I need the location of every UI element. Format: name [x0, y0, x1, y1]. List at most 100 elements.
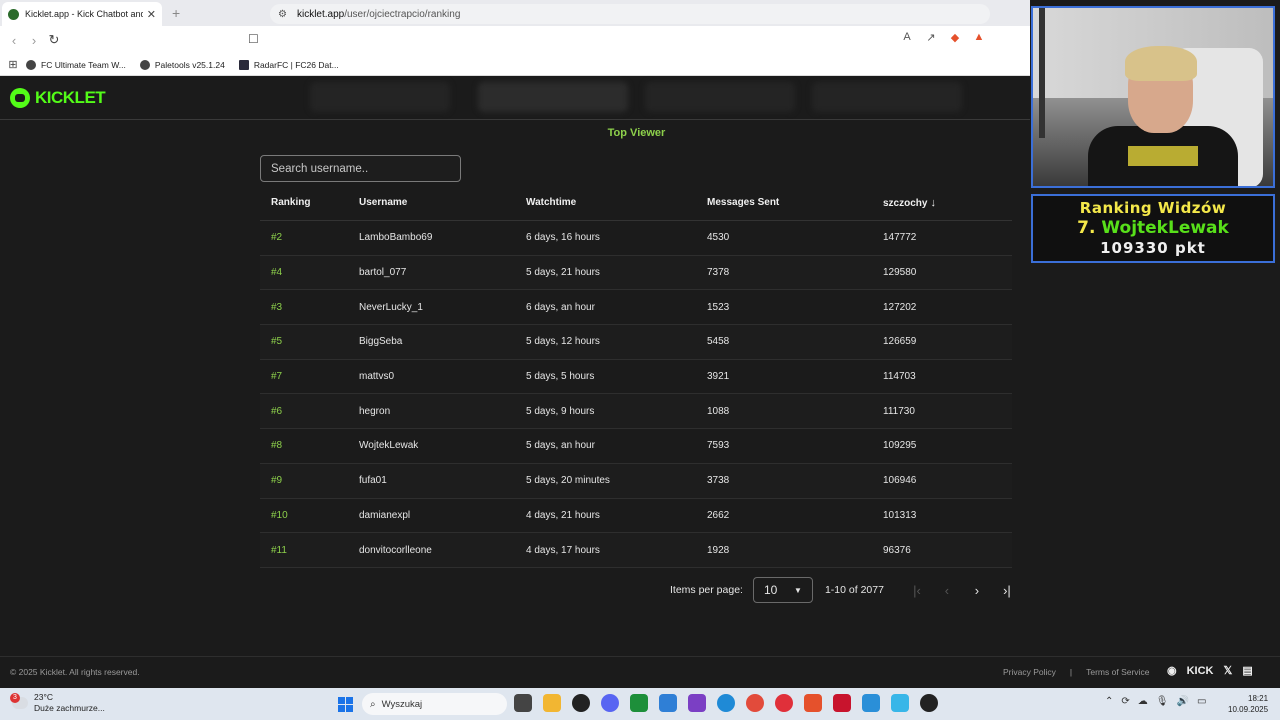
cell-points: 127202 — [883, 301, 917, 313]
items-per-page-select[interactable]: 10 ▼ — [752, 577, 813, 603]
docs-icon[interactable]: ▤ — [1242, 664, 1252, 677]
blurred-nav-item[interactable] — [310, 82, 450, 112]
cell-messages: 1088 — [707, 405, 730, 417]
table-row[interactable]: #3 NeverLucky_1 6 days, an hour 1523 127… — [260, 290, 1012, 326]
table-row[interactable]: #11 donvitocorlleone 4 days, 17 hours 19… — [260, 533, 1012, 568]
brave-icon[interactable] — [804, 694, 822, 712]
excel-icon[interactable] — [630, 694, 648, 712]
overlay-title: Ranking Widzów — [1079, 199, 1227, 217]
discord-icon[interactable]: ◉ — [1167, 664, 1177, 677]
terms-link[interactable]: Terms of Service — [1086, 667, 1149, 677]
close-tab-icon[interactable]: ✕ — [147, 8, 156, 21]
sort-down-icon[interactable]: ↓ — [930, 197, 936, 209]
apps-grid-icon[interactable]: ⊞ — [0, 58, 26, 71]
first-page-icon[interactable]: |‹ — [902, 583, 932, 598]
prev-page-icon[interactable]: ‹ — [932, 583, 962, 598]
last-page-icon[interactable]: ›| — [992, 583, 1022, 598]
table-row[interactable]: #4 bartol_077 5 days, 21 hours 7378 1295… — [260, 255, 1012, 291]
table-row[interactable]: #10 damianexpl 4 days, 21 hours 2662 101… — [260, 499, 1012, 534]
weather-text: 23°C Duże zachmurze... — [34, 692, 105, 714]
overlay-rank-line: 7. WojtekLewak — [1033, 218, 1273, 238]
app-icon[interactable] — [688, 694, 706, 712]
battery-icon[interactable]: ▭ — [1197, 696, 1206, 707]
photos-icon[interactable] — [862, 694, 880, 712]
table-row[interactable]: #5 BiggSeba 5 days, 12 hours 5458 126659 — [260, 325, 1012, 360]
cell-username: LamboBambo69 — [359, 232, 433, 244]
header-points[interactable]: szczochy ↓ — [883, 197, 1012, 209]
cell-rank: #8 — [271, 440, 283, 452]
back-icon[interactable]: ‹ — [4, 33, 24, 48]
cell-watchtime: 5 days, 9 hours — [526, 405, 595, 417]
kicklet-favicon-icon — [8, 8, 19, 20]
cell-username: bartol_077 — [359, 267, 407, 279]
kick-icon[interactable]: KICK — [1187, 665, 1214, 677]
site-info-icon[interactable]: ⚙ — [278, 9, 287, 20]
windows-start-icon[interactable] — [338, 697, 353, 712]
weather-widget[interactable]: 3 23°C Duże zachmurze... — [10, 692, 105, 714]
vscode-icon[interactable] — [659, 694, 677, 712]
file-explorer-icon[interactable] — [543, 694, 561, 712]
bookmark-icon[interactable]: ☐ — [248, 32, 259, 46]
tray-sync-icon[interactable]: ⟳ — [1121, 696, 1129, 707]
url-field[interactable]: ⚙ kicklet.app/user/ojciectrapcio/ranking — [270, 4, 990, 24]
x-icon[interactable]: 𝕏 — [1224, 664, 1233, 677]
tray-chevron-icon[interactable]: ⌃ — [1105, 696, 1113, 707]
chrome-icon[interactable] — [746, 694, 764, 712]
clock-date: 10.09.2025 — [1228, 705, 1269, 714]
header-ranking[interactable]: Ranking — [260, 197, 359, 208]
url-path: /user/ojciectrapcio/ranking — [344, 8, 461, 20]
kicklet-logo[interactable]: KICKLET — [10, 88, 106, 108]
reload-icon[interactable]: ↻ — [44, 32, 64, 48]
browser-tab[interactable]: Kicklet.app - Kick Chatbot and C ✕ — [2, 2, 162, 26]
cell-username: NeverLucky_1 — [359, 301, 423, 313]
app3-icon[interactable] — [920, 694, 938, 712]
share-icon[interactable]: ↗ — [924, 30, 938, 44]
cell-points: 106946 — [883, 475, 917, 487]
cell-rank: #3 — [271, 301, 283, 313]
obs-icon[interactable] — [572, 694, 590, 712]
privacy-link[interactable]: Privacy Policy — [1003, 667, 1056, 677]
table-row[interactable]: #9 fufa01 5 days, 20 minutes 3738 106946 — [260, 463, 1012, 499]
webcam-equipment — [1039, 8, 1045, 138]
taskbar-clock[interactable]: 18:21 10.09.2025 — [1228, 693, 1268, 715]
volume-icon[interactable]: 🔊 — [1176, 696, 1188, 707]
new-tab-button[interactable]: + — [172, 5, 180, 21]
taskbar-search[interactable]: ⌕ Wyszukaj — [362, 693, 507, 715]
blurred-nav-item[interactable] — [645, 82, 795, 112]
header-username[interactable]: Username — [359, 197, 526, 208]
table-row[interactable]: #8 WojtekLewak 5 days, an hour 7593 1092… — [260, 429, 1012, 464]
opera-icon[interactable] — [775, 694, 793, 712]
mic-icon[interactable]: 🎙 — [1156, 696, 1169, 707]
table-row[interactable]: #2 LamboBambo69 6 days, 16 hours 4530 14… — [260, 221, 1012, 256]
blurred-nav-item[interactable] — [812, 82, 962, 112]
brave-rewards-icon[interactable]: ▲ — [972, 30, 986, 44]
footer-links: Privacy Policy | Terms of Service — [1003, 667, 1149, 677]
discord-app-icon[interactable] — [601, 694, 619, 712]
edge-icon[interactable] — [717, 694, 735, 712]
blurred-nav-item-active[interactable] — [478, 82, 628, 112]
onedrive-icon[interactable]: ☁ — [1138, 696, 1148, 707]
header-messages[interactable]: Messages Sent — [707, 197, 883, 208]
cell-watchtime: 4 days, 21 hours — [526, 509, 600, 521]
forward-icon[interactable]: › — [24, 33, 44, 48]
header-watchtime[interactable]: Watchtime — [526, 197, 707, 208]
bookmark-paletools[interactable]: Paletools v25.1.24 — [139, 59, 225, 70]
cell-points: 147772 — [883, 232, 917, 244]
bookmark-fc-ultimate[interactable]: FC Ultimate Team W... — [26, 59, 126, 70]
vivaldi-icon[interactable] — [833, 694, 851, 712]
table-row[interactable]: #6 hegron 5 days, 9 hours 1088 111730 — [260, 394, 1012, 430]
app2-icon[interactable] — [891, 694, 909, 712]
cell-messages: 7378 — [707, 267, 730, 279]
bookmark-radarfc[interactable]: RadarFC | FC26 Dat... — [238, 59, 339, 70]
cell-username: BiggSeba — [359, 336, 403, 348]
search-input[interactable] — [260, 155, 461, 182]
pagination: Items per page: 10 ▼ 1-10 of 2077 |‹ ‹ ›… — [670, 577, 1022, 603]
next-page-icon[interactable]: › — [962, 583, 992, 598]
bookmark-favicon-icon — [139, 59, 150, 70]
task-view-icon[interactable] — [514, 694, 532, 712]
table-row[interactable]: #7 mattvs0 5 days, 5 hours 3921 114703 — [260, 360, 1012, 395]
items-per-page-label: Items per page: — [670, 584, 743, 596]
translate-icon[interactable]: A — [900, 30, 914, 44]
cell-watchtime: 6 days, 16 hours — [526, 232, 600, 244]
brave-shields-icon[interactable]: ◆ — [948, 30, 962, 44]
